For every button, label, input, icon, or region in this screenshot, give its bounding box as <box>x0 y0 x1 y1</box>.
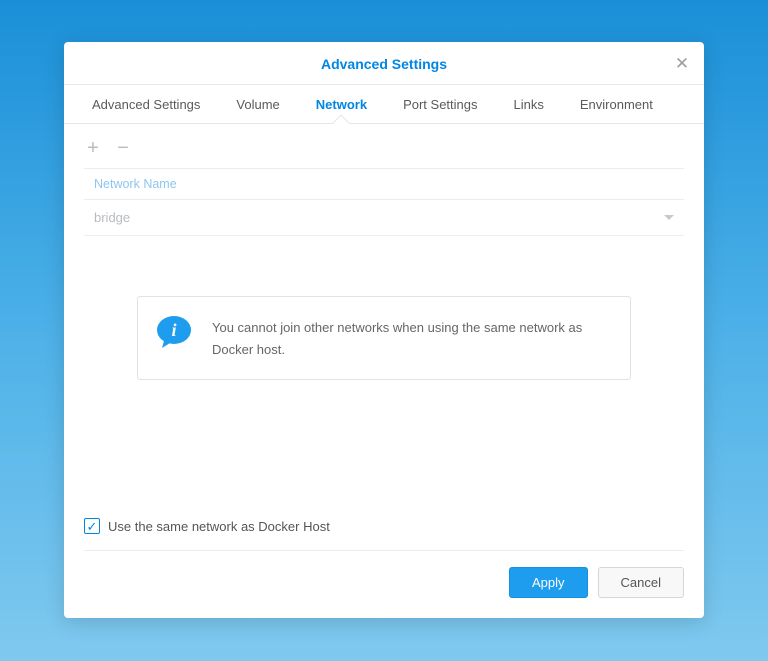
modal-title: Advanced Settings <box>321 56 447 72</box>
apply-button[interactable]: Apply <box>509 567 588 598</box>
tab-volume[interactable]: Volume <box>218 85 297 123</box>
remove-button[interactable]: − <box>114 138 132 158</box>
tab-port-settings[interactable]: Port Settings <box>385 85 495 123</box>
advanced-settings-modal: Advanced Settings ✕ Advanced Settings Vo… <box>64 42 704 618</box>
tab-environment[interactable]: Environment <box>562 85 671 123</box>
toolbar: + − <box>84 124 684 168</box>
checkmark-icon: ✓ <box>87 520 98 533</box>
tab-advanced-settings[interactable]: Advanced Settings <box>74 85 218 123</box>
tabs-bar: Advanced Settings Volume Network Port Se… <box>64 85 704 124</box>
tab-links[interactable]: Links <box>496 85 562 123</box>
svg-text:i: i <box>171 320 176 340</box>
use-host-network-checkbox[interactable]: ✓ <box>84 518 100 534</box>
add-button[interactable]: + <box>84 138 102 158</box>
info-icon: i <box>156 315 196 352</box>
info-box: i You cannot join other networks when us… <box>137 296 631 380</box>
tab-network[interactable]: Network <box>298 85 385 123</box>
chevron-down-icon[interactable] <box>664 215 674 220</box>
info-message: You cannot join other networks when usin… <box>212 315 610 361</box>
table-row[interactable]: bridge <box>84 200 684 236</box>
table-header-network-name: Network Name <box>84 168 684 200</box>
modal-header: Advanced Settings ✕ <box>64 42 704 85</box>
content-area: + − Network Name bridge i You cannot joi… <box>64 124 704 551</box>
network-name-value: bridge <box>94 210 130 225</box>
close-icon[interactable]: ✕ <box>674 56 690 72</box>
checkbox-label: Use the same network as Docker Host <box>108 519 330 534</box>
checkbox-row: ✓ Use the same network as Docker Host <box>84 510 684 551</box>
modal-footer: Apply Cancel <box>64 551 704 618</box>
cancel-button[interactable]: Cancel <box>598 567 684 598</box>
